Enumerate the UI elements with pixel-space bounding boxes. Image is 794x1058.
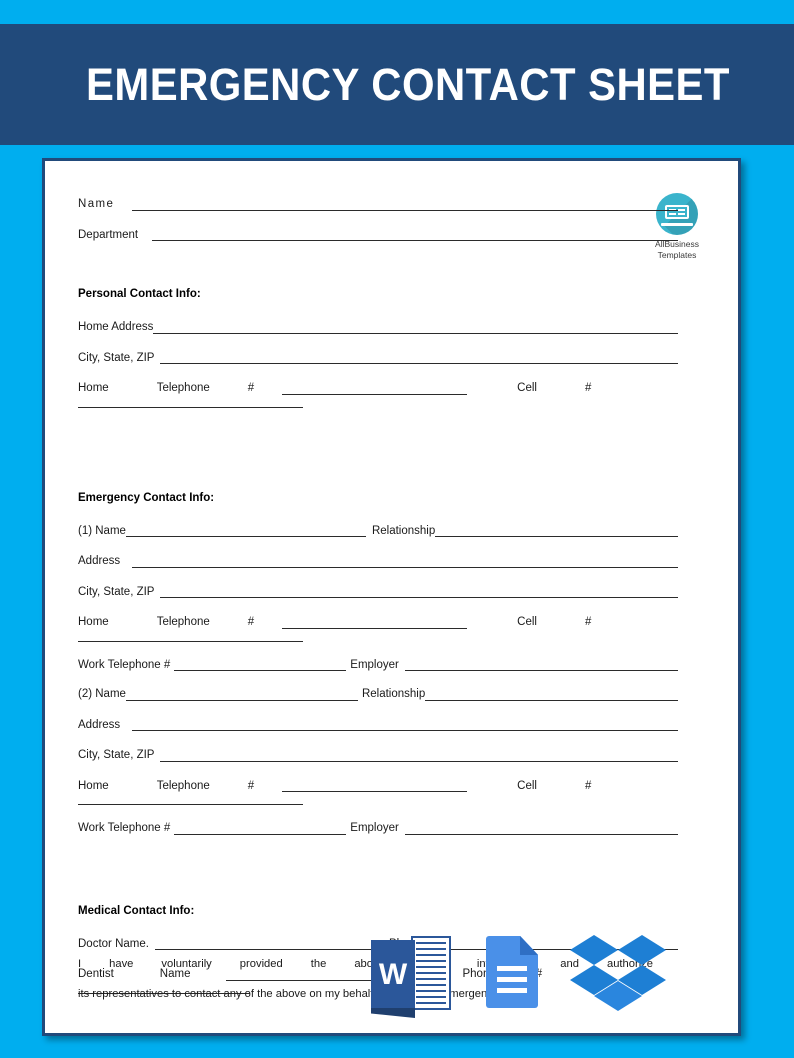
label-contact2-city: City, State, ZIP <box>78 749 155 761</box>
label-contact1-cell-hash: # <box>584 616 592 628</box>
field-row-contact1-city: City, State, ZIP <box>78 585 678 598</box>
document-page: AllBusiness Templates Name Department Pe… <box>42 158 741 1036</box>
label-contact2-address: Address <box>78 718 121 731</box>
header-banner: EMERGENCY CONTACT SHEET <box>0 24 794 145</box>
section-title-emergency: Emergency Contact Info: <box>78 491 215 504</box>
input-contact2-home-telephone[interactable] <box>282 781 468 792</box>
label-name: Name <box>78 198 115 210</box>
field-row-city-state-zip-1: City, State, ZIP <box>78 351 678 364</box>
section-title-medical: Medical Contact Info: <box>78 904 195 917</box>
field-row-contact2-address: Address <box>78 718 678 731</box>
field-row-contact1-work: Work Telephone # Employer <box>78 658 678 671</box>
section-title-personal: Personal Contact Info: <box>78 288 201 300</box>
field-row-home-address: Home Address <box>78 321 678 334</box>
label-contact1-cell: Cell <box>517 616 537 628</box>
label-contact2-work-telephone: Work Telephone # <box>78 822 171 834</box>
input-contact2-work-telephone[interactable] <box>174 824 347 835</box>
consent-line-2: its representatives to contact any of th… <box>78 988 512 1000</box>
label-contact2-hash: # <box>247 779 255 792</box>
consent-paragraph: I have voluntarily provided the above co… <box>78 949 653 1009</box>
label-contact2-employer: Employer <box>350 822 399 834</box>
label-contact2-name: (2) Name <box>78 688 126 700</box>
document-page-wrapper: AllBusiness Templates Name Department Pe… <box>42 158 741 1036</box>
input-contact2-address[interactable] <box>132 720 678 731</box>
input-contact1-work-telephone[interactable] <box>174 660 347 671</box>
top-accent-band <box>0 0 794 24</box>
input-contact1-name[interactable] <box>125 526 366 537</box>
field-row-department: Department <box>78 228 678 241</box>
label-contact2-cell-hash: # <box>584 779 592 792</box>
input-contact1-relationship[interactable] <box>435 526 678 537</box>
input-department[interactable] <box>152 230 678 241</box>
label-contact1-name: (1) Name <box>78 524 126 537</box>
field-row-contact2-name: (2) Name Relationship <box>78 688 678 701</box>
input-name[interactable] <box>132 200 678 211</box>
label-contact2-relationship: Relationship <box>361 688 426 700</box>
label-contact1-work-telephone: Work Telephone # <box>78 658 171 671</box>
label-home: Home <box>78 382 109 394</box>
input-city-state-zip-1[interactable] <box>160 353 678 364</box>
page-title: EMERGENCY CONTACT SHEET <box>86 59 730 110</box>
label-telephone: Telephone <box>156 382 210 394</box>
label-contact2-telephone: Telephone <box>156 779 210 792</box>
label-contact1-home: Home <box>78 616 109 628</box>
field-row-contact1-home-telephone: Home Telephone # Cell # <box>78 616 678 629</box>
input-contact1-employer[interactable] <box>404 660 678 671</box>
label-cell: Cell <box>517 382 537 394</box>
label-contact2-home: Home <box>78 779 109 792</box>
input-contact2-city[interactable] <box>160 751 678 762</box>
field-row-contact2-city: City, State, ZIP <box>78 749 678 762</box>
input-contact1-address[interactable] <box>132 557 678 568</box>
label-contact1-relationship: Relationship <box>371 524 436 537</box>
label-hash-telephone: # <box>247 382 255 394</box>
input-contact2-cell[interactable] <box>78 792 303 805</box>
consent-line-1: I have voluntarily provided the above co… <box>78 958 653 970</box>
field-row-contact1-address: Address <box>78 555 678 568</box>
label-contact1-employer: Employer <box>350 658 399 671</box>
field-row-home-telephone-1: Home Telephone # Cell # <box>78 382 678 395</box>
label-city-state-zip: City, State, ZIP <box>78 351 155 364</box>
input-contact2-relationship[interactable] <box>425 690 678 701</box>
label-hash-cell: # <box>584 382 592 394</box>
input-home-address[interactable] <box>153 323 678 334</box>
field-row-contact1-name: (1) Name Relationship <box>78 524 678 537</box>
form-body: Name Department Personal Contact Info: H… <box>78 189 678 994</box>
label-contact1-telephone: Telephone <box>156 616 210 628</box>
input-contact2-name[interactable] <box>125 690 358 701</box>
label-contact1-address: Address <box>78 555 121 567</box>
input-contact1-cell[interactable] <box>78 629 303 642</box>
input-home-telephone-1[interactable] <box>282 384 468 395</box>
field-row-name: Name <box>78 198 678 211</box>
label-home-address: Home Address <box>78 321 154 333</box>
input-cell-1[interactable] <box>78 395 303 408</box>
field-row-contact2-work: Work Telephone # Employer <box>78 822 678 835</box>
input-contact2-employer[interactable] <box>404 824 678 835</box>
label-department: Department <box>78 228 139 241</box>
label-contact1-city: City, State, ZIP <box>78 585 155 598</box>
input-contact1-city[interactable] <box>160 587 678 598</box>
label-contact1-hash: # <box>247 616 255 628</box>
label-contact2-cell: Cell <box>517 779 537 792</box>
input-contact1-home-telephone[interactable] <box>282 618 468 629</box>
field-row-contact2-home-telephone: Home Telephone # Cell # <box>78 779 678 792</box>
